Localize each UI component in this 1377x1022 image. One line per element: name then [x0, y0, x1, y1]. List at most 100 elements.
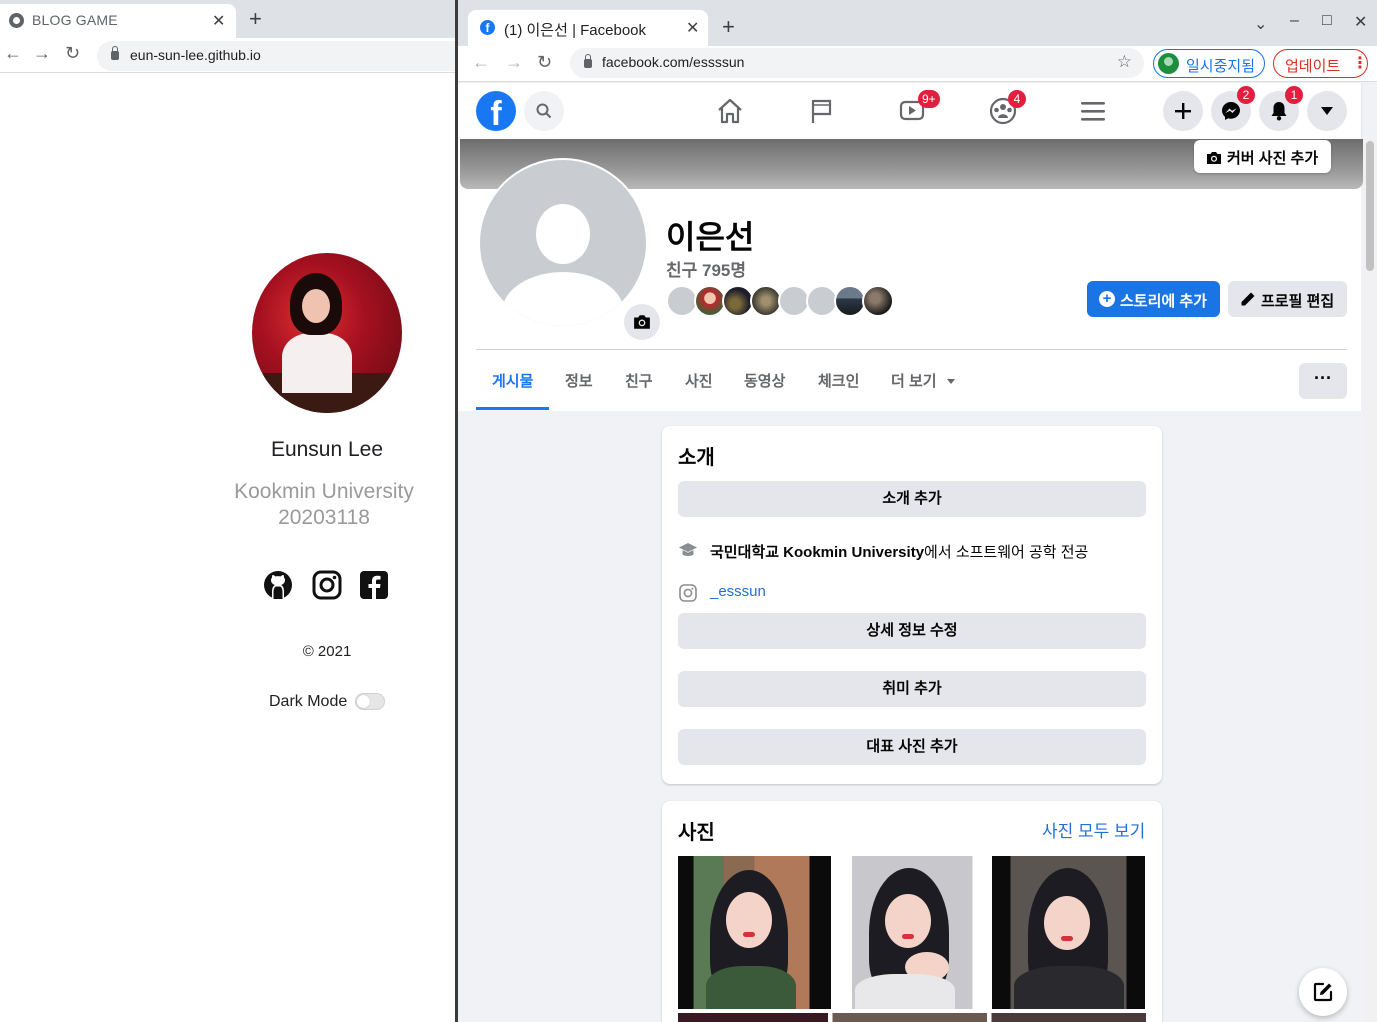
- watch-badge: 9+: [918, 90, 940, 108]
- tab-search-icon[interactable]: ⌄: [1254, 14, 1267, 34]
- add-cover-photo-button[interactable]: 커버 사진 추가: [1194, 140, 1331, 173]
- add-featured-button[interactable]: 대표 사진 추가: [678, 729, 1146, 765]
- new-tab-button[interactable]: +: [722, 14, 735, 40]
- plus-circle-icon: +: [1099, 291, 1115, 307]
- caret-down-icon: [946, 379, 955, 384]
- add-bio-button[interactable]: 소개 추가: [678, 481, 1146, 517]
- reload-icon[interactable]: ↻: [65, 43, 80, 64]
- graduation-cap-icon: [679, 543, 697, 556]
- github-icon[interactable]: [263, 570, 293, 600]
- left-tab-blog[interactable]: BLOG GAME ✕: [0, 4, 236, 38]
- notifications-badge: 1: [1285, 86, 1303, 104]
- left-tab-title: BLOG GAME: [32, 12, 118, 28]
- caret-down-icon: [1321, 107, 1333, 115]
- more-vert-icon: ⋮: [1352, 55, 1368, 72]
- update-profile-picture-button[interactable]: [624, 304, 660, 340]
- right-tab-strip: f (1) 이은선 | Facebook ✕ + ⌄ – □ ✕: [458, 0, 1377, 46]
- add-to-story-label: 스토리에 추가: [1120, 293, 1207, 310]
- edit-profile-button[interactable]: 프로필 편집: [1228, 281, 1347, 317]
- back-icon[interactable]: ←: [472, 52, 490, 73]
- instagram-icon[interactable]: [312, 570, 342, 600]
- minimize-icon[interactable]: –: [1290, 12, 1299, 30]
- messenger-badge: 2: [1237, 86, 1255, 104]
- maximize-icon[interactable]: □: [1322, 12, 1332, 30]
- pages-flag-icon[interactable]: [808, 97, 836, 125]
- facebook-logo-icon[interactable]: f: [476, 91, 516, 133]
- lock-icon: [111, 46, 119, 60]
- tab-videos[interactable]: 동영상: [744, 370, 785, 391]
- tab-posts[interactable]: 게시물: [492, 370, 533, 391]
- profile-picture[interactable]: [478, 158, 660, 340]
- update-button[interactable]: 업데이트 ⋮: [1273, 49, 1368, 78]
- search-button[interactable]: [524, 91, 564, 131]
- right-toolbar: ← → ↻ facebook.com/essssun ☆ 일시중지됨 업데이트 …: [458, 46, 1377, 82]
- left-tab-strip: BLOG GAME ✕ +: [0, 0, 457, 38]
- right-address-bar[interactable]: facebook.com/essssun ☆: [570, 48, 1144, 78]
- forward-icon[interactable]: →: [505, 52, 523, 73]
- friend-avatar[interactable]: [862, 285, 894, 317]
- active-tab-indicator: [476, 407, 549, 410]
- left-address-bar[interactable]: eun-sun-lee.github.io: [97, 41, 457, 71]
- camera-icon: [634, 315, 650, 329]
- pencil-icon: [1241, 292, 1255, 306]
- right-tab-facebook[interactable]: f (1) 이은선 | Facebook ✕: [468, 10, 708, 46]
- menu-hamburger-icon[interactable]: [1080, 97, 1106, 125]
- friend-count[interactable]: 친구 795명: [666, 256, 746, 281]
- see-all-photos-link[interactable]: 사진 모두 보기: [1042, 817, 1145, 842]
- photo-thumbnail[interactable]: [678, 856, 831, 1009]
- dark-mode-label: Dark Mode: [269, 693, 348, 710]
- forward-icon[interactable]: →: [33, 43, 51, 64]
- edit-profile-label: 프로필 편집: [1261, 293, 1335, 310]
- tab-about[interactable]: 정보: [565, 370, 593, 391]
- dark-mode-toggle[interactable]: [355, 693, 385, 710]
- toggle-knob: [357, 695, 370, 708]
- add-to-story-button[interactable]: + 스토리에 추가: [1087, 281, 1220, 317]
- tab-checkins[interactable]: 체크인: [818, 370, 859, 391]
- education-school[interactable]: 국민대학교 Kookmin University: [710, 544, 924, 561]
- intro-instagram: _esssun: [678, 581, 1146, 603]
- bookmark-star-icon[interactable]: ☆: [1117, 52, 1132, 72]
- blog-author-name: Eunsun Lee: [270, 438, 384, 461]
- photo-thumbnail[interactable]: [992, 856, 1145, 1009]
- tab-photos[interactable]: 사진: [685, 370, 713, 391]
- photo-thumbnail[interactable]: [835, 856, 988, 1009]
- blog-page: Eunsun Lee Kookmin University 20203118 ©…: [0, 73, 457, 1022]
- reload-icon[interactable]: ↻: [537, 52, 552, 73]
- scrollbar-thumb[interactable]: [1366, 141, 1374, 271]
- profile-paused-chip[interactable]: 일시중지됨: [1153, 49, 1265, 78]
- blog-school-info: Kookmin University 20203118: [197, 479, 451, 531]
- intro-education-text[interactable]: 국민대학교 Kookmin University에서 소프트웨어 공학 전공: [710, 541, 1088, 562]
- add-cover-photo-label: 커버 사진 추가: [1227, 150, 1319, 167]
- facebook-square-icon[interactable]: [359, 570, 389, 600]
- instagram-icon: [679, 584, 697, 602]
- back-icon[interactable]: ←: [4, 43, 22, 64]
- page-scrollbar[interactable]: [1363, 139, 1377, 1022]
- friend-avatars: [666, 285, 906, 317]
- blog-student-id: 20203118: [278, 506, 370, 529]
- new-message-button[interactable]: [1299, 968, 1347, 1016]
- tab-more[interactable]: 더 보기: [891, 370, 956, 391]
- instagram-link[interactable]: _esssun: [710, 583, 766, 600]
- add-hobbies-button[interactable]: 취미 추가: [678, 671, 1146, 707]
- profile-paused-label: 일시중지됨: [1186, 58, 1256, 75]
- close-tab-icon[interactable]: ✕: [212, 11, 225, 31]
- update-label: 업데이트: [1285, 58, 1341, 75]
- create-button[interactable]: [1163, 91, 1203, 131]
- right-browser-window: f (1) 이은선 | Facebook ✕ + ⌄ – □ ✕ ← → ↻ f…: [458, 0, 1377, 1022]
- left-browser-window: BLOG GAME ✕ + ← → ↻ eun-sun-lee.github.i…: [0, 0, 457, 1022]
- messenger-icon: [1222, 102, 1240, 120]
- account-menu-button[interactable]: [1307, 91, 1347, 131]
- profile-tabs: 게시물 정보 친구 사진 동영상 체크인 더 보기 ···: [476, 350, 1347, 410]
- groups-badge: 4: [1008, 90, 1026, 108]
- photos-title: 사진: [678, 822, 715, 844]
- close-tab-icon[interactable]: ✕: [686, 18, 699, 38]
- close-window-icon[interactable]: ✕: [1354, 12, 1367, 32]
- profile-header: 커버 사진 추가 이은선 친구 795명 + 스토리에 추가 프로필 편집 게시…: [458, 139, 1363, 411]
- profile-more-options-button[interactable]: ···: [1299, 363, 1347, 399]
- edit-details-button[interactable]: 상세 정보 수정: [678, 613, 1146, 649]
- home-icon[interactable]: [716, 97, 744, 125]
- tab-more-label: 더 보기: [891, 373, 937, 390]
- left-toolbar: ← → ↻ eun-sun-lee.github.io: [0, 38, 457, 73]
- tab-friends[interactable]: 친구: [625, 370, 653, 391]
- new-tab-button[interactable]: +: [249, 6, 262, 32]
